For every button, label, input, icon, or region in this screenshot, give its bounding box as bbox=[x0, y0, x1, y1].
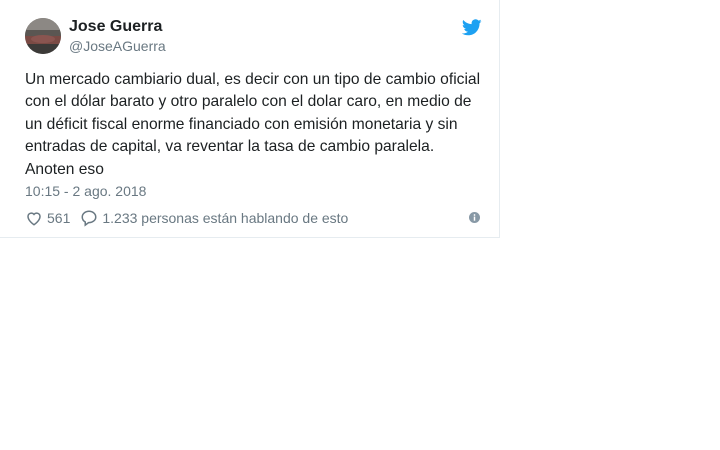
tweet-text: Un mercado cambiario dual, es decir con … bbox=[25, 71, 481, 178]
speech-bubble-icon[interactable] bbox=[80, 209, 98, 227]
conversation-link[interactable]: 1.233 personas están hablando de esto bbox=[102, 210, 348, 226]
heart-icon[interactable] bbox=[25, 209, 43, 227]
info-icon[interactable] bbox=[469, 212, 480, 223]
avatar[interactable] bbox=[25, 18, 61, 54]
tweet-actions: 561 1.233 personas están hablando de est… bbox=[25, 208, 348, 228]
author-display-name[interactable]: Jose Guerra bbox=[69, 18, 162, 36]
like-count[interactable]: 561 bbox=[47, 210, 70, 226]
embedded-tweet: Jose Guerra @JoseAGuerra Un mercado camb… bbox=[0, 0, 500, 238]
author-handle[interactable]: @JoseAGuerra bbox=[69, 38, 166, 54]
tweet-timestamp[interactable]: 10:15 - 2 ago. 2018 bbox=[25, 183, 146, 199]
avatar-image bbox=[25, 18, 61, 54]
twitter-bird-icon[interactable] bbox=[462, 19, 482, 36]
